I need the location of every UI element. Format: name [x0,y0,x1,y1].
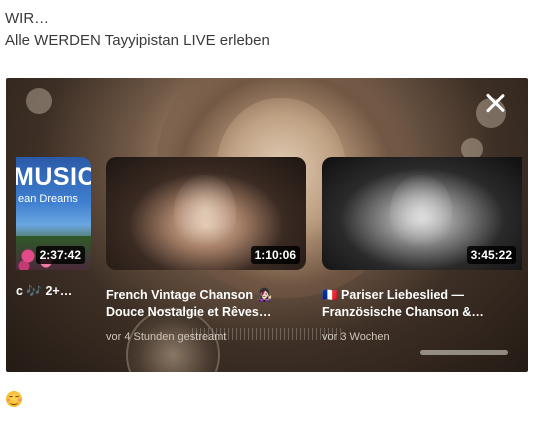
duration-badge: 2:37:42 [35,246,85,264]
video-thumbnail[interactable]: 1:10:06 [106,157,306,270]
thumbnail-subtitle: ean Dreams [18,193,78,205]
smiling-face-icon [6,391,22,407]
audio-waveform [192,328,342,340]
video-title-line-2[interactable]: Douce Nostalgie et Rêves… [106,304,306,321]
video-thumbnail[interactable]: MUSIC ean Dreams 2:37:42 [16,157,91,270]
video-title-line-1[interactable]: French Vintage Chanson 👩🏻‍🎤 [106,287,306,304]
video-thumbnail[interactable]: 3:45:22 [322,157,522,270]
video-embed-player[interactable]: MUSIC ean Dreams 2:37:42 c 🎶 2+… 1:10:06… [6,78,528,372]
duration-badge: 3:45:22 [466,246,516,264]
post-line-1: WIR… [5,10,50,27]
portrait-image [390,175,452,253]
video-title-line-2[interactable]: Französische Chanson &… [322,304,522,321]
bokeh-light [26,88,52,114]
carousel-scrollbar[interactable] [420,350,508,355]
video-title-line-1[interactable]: 🇫🇷 Pariser Liebeslied — [322,287,522,304]
thumbnail-title: MUSIC [16,163,91,191]
post-text: WIR… Alle WERDEN Tayyipistan LIVE erlebe… [5,8,270,52]
emoji-mouth [10,400,18,405]
emoji-blush [18,399,21,401]
duration-badge: 1:10:06 [250,246,300,264]
portrait-image [174,175,236,253]
close-icon[interactable] [484,92,506,114]
post-line-2: Alle WERDEN Tayyipistan LIVE erleben [5,32,270,49]
video-title[interactable]: c 🎶 2+… [16,283,91,300]
